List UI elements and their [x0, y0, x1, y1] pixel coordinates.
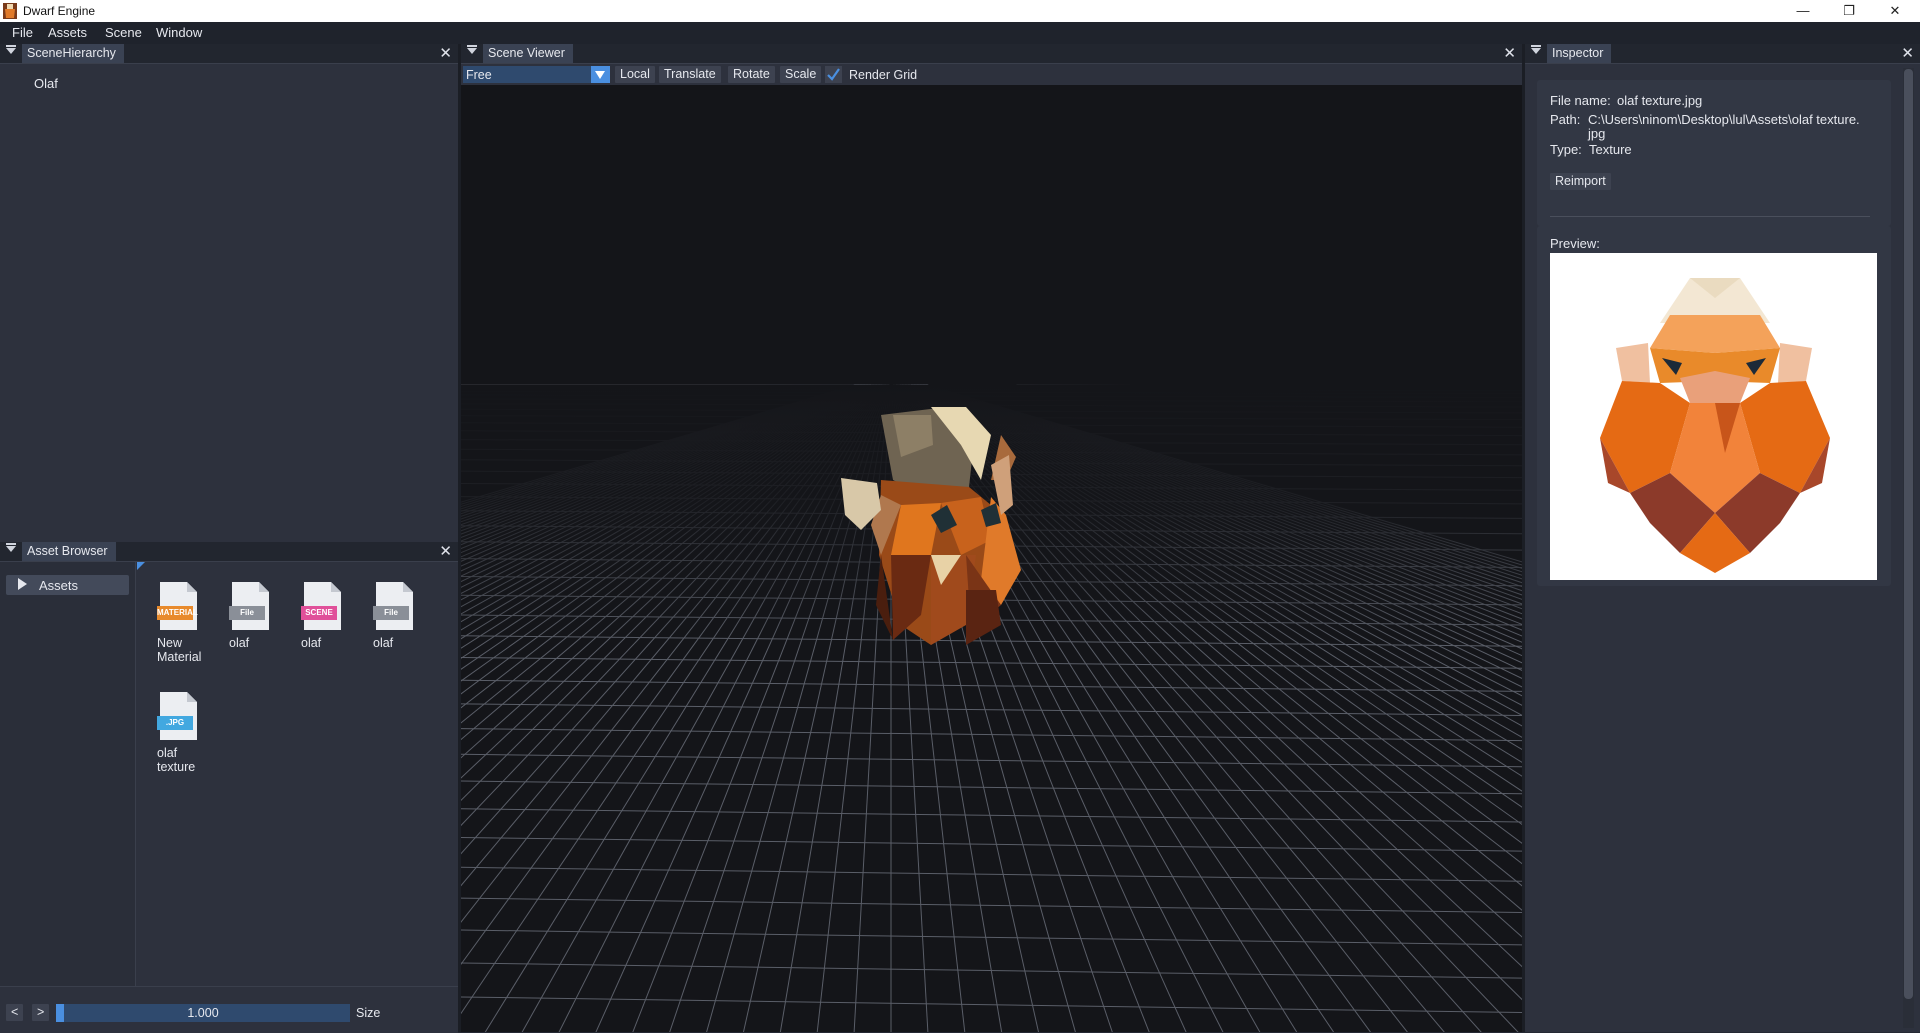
local-button[interactable]: Local [615, 66, 655, 83]
menu-window[interactable]: Window [156, 25, 202, 40]
menu-assets[interactable]: Assets [48, 25, 87, 40]
nav-back-button[interactable]: < [6, 1004, 23, 1021]
size-value: 1.000 [56, 1006, 350, 1020]
file-name-label: File name: [1550, 93, 1611, 108]
dwarf-texture-illustration [1550, 253, 1877, 580]
scene-hierarchy-header: SceneHierarchy ✕ [0, 44, 458, 64]
file-item[interactable]: SCENE [301, 582, 343, 630]
window-title: Dwarf Engine [23, 4, 95, 18]
panel-menu-icon[interactable] [6, 546, 16, 552]
size-slider[interactable]: 1.000 [56, 1004, 350, 1022]
close-icon[interactable]: ✕ [1901, 44, 1914, 63]
file-label: New Material [157, 636, 201, 664]
asset-browser-panel: Asset Browser ✕ Assets MATERIAL New Mater… [0, 542, 458, 1032]
panel-menu-icon[interactable] [6, 48, 16, 54]
tab-asset-browser[interactable]: Asset Browser [22, 542, 116, 561]
inspector-panel: Inspector ✕ File name: olaf texture.jpg … [1525, 44, 1920, 1032]
divider [1550, 216, 1870, 217]
checkmark-icon [825, 66, 842, 83]
folder-tree: Assets [0, 562, 136, 986]
menu-bar: File Assets Scene Window [0, 22, 1920, 44]
app-logo-icon [3, 3, 17, 19]
resize-grip-icon[interactable] [137, 562, 145, 570]
scrollbar-thumb[interactable] [1904, 69, 1913, 999]
tree-item-label: Assets [39, 578, 78, 593]
path-value-cont: jpg [1588, 126, 1605, 141]
menu-scene[interactable]: Scene [105, 25, 142, 40]
close-window-button[interactable]: ✕ [1872, 0, 1918, 22]
scene-hierarchy-panel: SceneHierarchy ✕ Olaf [0, 44, 458, 542]
file-icon [229, 582, 271, 630]
file-item[interactable]: File [373, 582, 415, 630]
close-icon[interactable]: ✕ [439, 542, 452, 561]
tab-inspector[interactable]: Inspector [1547, 44, 1611, 63]
size-label: Size [356, 1006, 380, 1020]
file-item[interactable]: File [229, 582, 271, 630]
render-grid-checkbox[interactable] [825, 66, 842, 83]
path-value: C:\Users\ninom\Desktop\lul\Assets\olaf t… [1588, 112, 1860, 127]
preview-section: Preview: [1537, 226, 1891, 586]
type-value: Texture [1589, 142, 1632, 157]
file-item[interactable]: .JPG [157, 692, 199, 740]
minimize-button[interactable]: — [1780, 0, 1826, 22]
file-name-value: olaf texture.jpg [1617, 93, 1702, 108]
file-label: olaf [301, 636, 321, 650]
file-label: olaf [373, 636, 393, 650]
panel-menu-icon[interactable] [1531, 48, 1541, 54]
inspector-header: Inspector ✕ [1525, 44, 1920, 64]
menu-file[interactable]: File [12, 25, 33, 40]
close-icon[interactable]: ✕ [1503, 44, 1516, 63]
asset-browser-footer: < > 1.000 Size [0, 986, 458, 1033]
file-type-badge: File [373, 608, 409, 617]
file-label: olaf [229, 636, 249, 650]
scale-button[interactable]: Scale [780, 66, 821, 83]
type-label: Type: [1550, 142, 1582, 157]
file-type-badge: .JPG [157, 718, 193, 727]
scene-toolbar: Free Local Translate Rotate Scale Render… [461, 64, 1522, 85]
file-type-badge: SCENE [301, 608, 337, 617]
rotate-button[interactable]: Rotate [728, 66, 775, 83]
tab-scene-hierarchy[interactable]: SceneHierarchy [22, 44, 124, 63]
scene-viewer-header: Scene Viewer ✕ [461, 44, 1522, 64]
file-item[interactable]: MATERIAL [157, 582, 199, 630]
preview-label: Preview: [1550, 236, 1600, 251]
panel-menu-icon[interactable] [467, 48, 477, 54]
camera-mode-value: Free [466, 68, 492, 82]
translate-button[interactable]: Translate [659, 66, 721, 83]
title-bar: Dwarf Engine — ❐ ✕ [0, 0, 1920, 22]
file-icon [157, 582, 199, 630]
close-icon[interactable]: ✕ [439, 44, 452, 63]
maximize-button[interactable]: ❐ [1826, 0, 1872, 22]
texture-preview-image [1550, 253, 1877, 580]
nav-forward-button[interactable]: > [32, 1004, 49, 1021]
file-icon [301, 582, 343, 630]
tree-item-assets[interactable]: Assets [6, 575, 129, 595]
file-icon [157, 692, 199, 740]
file-label: olaf texture [157, 746, 195, 774]
reimport-button[interactable]: Reimport [1550, 173, 1611, 190]
camera-mode-dropdown[interactable]: Free [463, 66, 610, 83]
inspector-scrollbar[interactable] [1903, 68, 1914, 1028]
render-grid-label: Render Grid [849, 68, 917, 82]
path-label: Path: [1550, 112, 1580, 127]
file-type-badge: MATERIAL [157, 608, 193, 617]
scene-viewport[interactable] [461, 85, 1522, 1032]
file-type-badge: File [229, 608, 265, 617]
asset-browser-header: Asset Browser ✕ [0, 542, 458, 562]
scene-viewer-panel: Scene Viewer ✕ Free Local Translate Rota… [461, 44, 1522, 1032]
expand-arrow-icon[interactable] [18, 578, 27, 590]
chevron-down-icon [595, 71, 605, 79]
tab-scene-viewer[interactable]: Scene Viewer [483, 44, 573, 63]
file-info-section: File name: olaf texture.jpg Path: C:\Use… [1537, 80, 1891, 226]
dropdown-arrow-button[interactable] [591, 66, 610, 83]
file-icon [373, 582, 415, 630]
hierarchy-item-olaf[interactable]: Olaf [34, 76, 58, 91]
